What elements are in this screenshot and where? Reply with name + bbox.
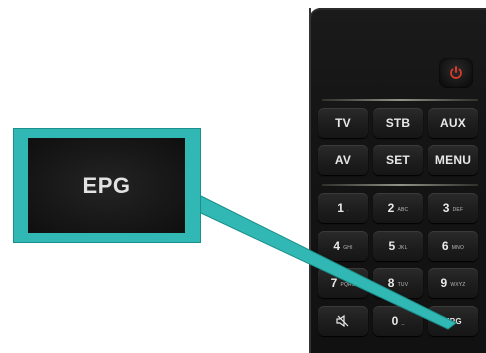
zoomed-epg-button: EPG — [28, 138, 185, 233]
set-button[interactable]: SET — [373, 145, 423, 175]
av-button[interactable]: AV — [318, 145, 368, 175]
digit-3-button[interactable]: 3 DEF — [428, 193, 478, 223]
divider-middle — [322, 184, 478, 186]
digit-2-button[interactable]: 2 ABC — [373, 193, 423, 223]
digit-4-button[interactable]: 4 GHI — [318, 231, 368, 261]
power-icon — [450, 66, 462, 79]
power-button[interactable] — [439, 58, 473, 88]
mute-icon — [336, 315, 349, 327]
epg-button[interactable]: EPG — [428, 306, 478, 336]
tv-button[interactable]: TV — [318, 108, 368, 138]
digit-1-button[interactable]: 1. — [318, 193, 368, 223]
digit-5-button[interactable]: 5 JKL — [373, 231, 423, 261]
digit-0-button[interactable]: 0 _ — [373, 306, 423, 336]
digit-8-button[interactable]: 8 TUV — [373, 268, 423, 298]
digit-7-button[interactable]: 7 PQRS — [318, 268, 368, 298]
menu-button[interactable]: MENU — [428, 145, 478, 175]
digit-9-button[interactable]: 9 WXYZ — [428, 268, 478, 298]
stb-button[interactable]: STB — [373, 108, 423, 138]
divider-top — [322, 99, 478, 101]
aux-button[interactable]: AUX — [428, 108, 478, 138]
digit-6-button[interactable]: 6 MNO — [428, 231, 478, 261]
zoomed-epg-label: EPG — [82, 172, 131, 198]
mute-button[interactable] — [318, 306, 368, 336]
